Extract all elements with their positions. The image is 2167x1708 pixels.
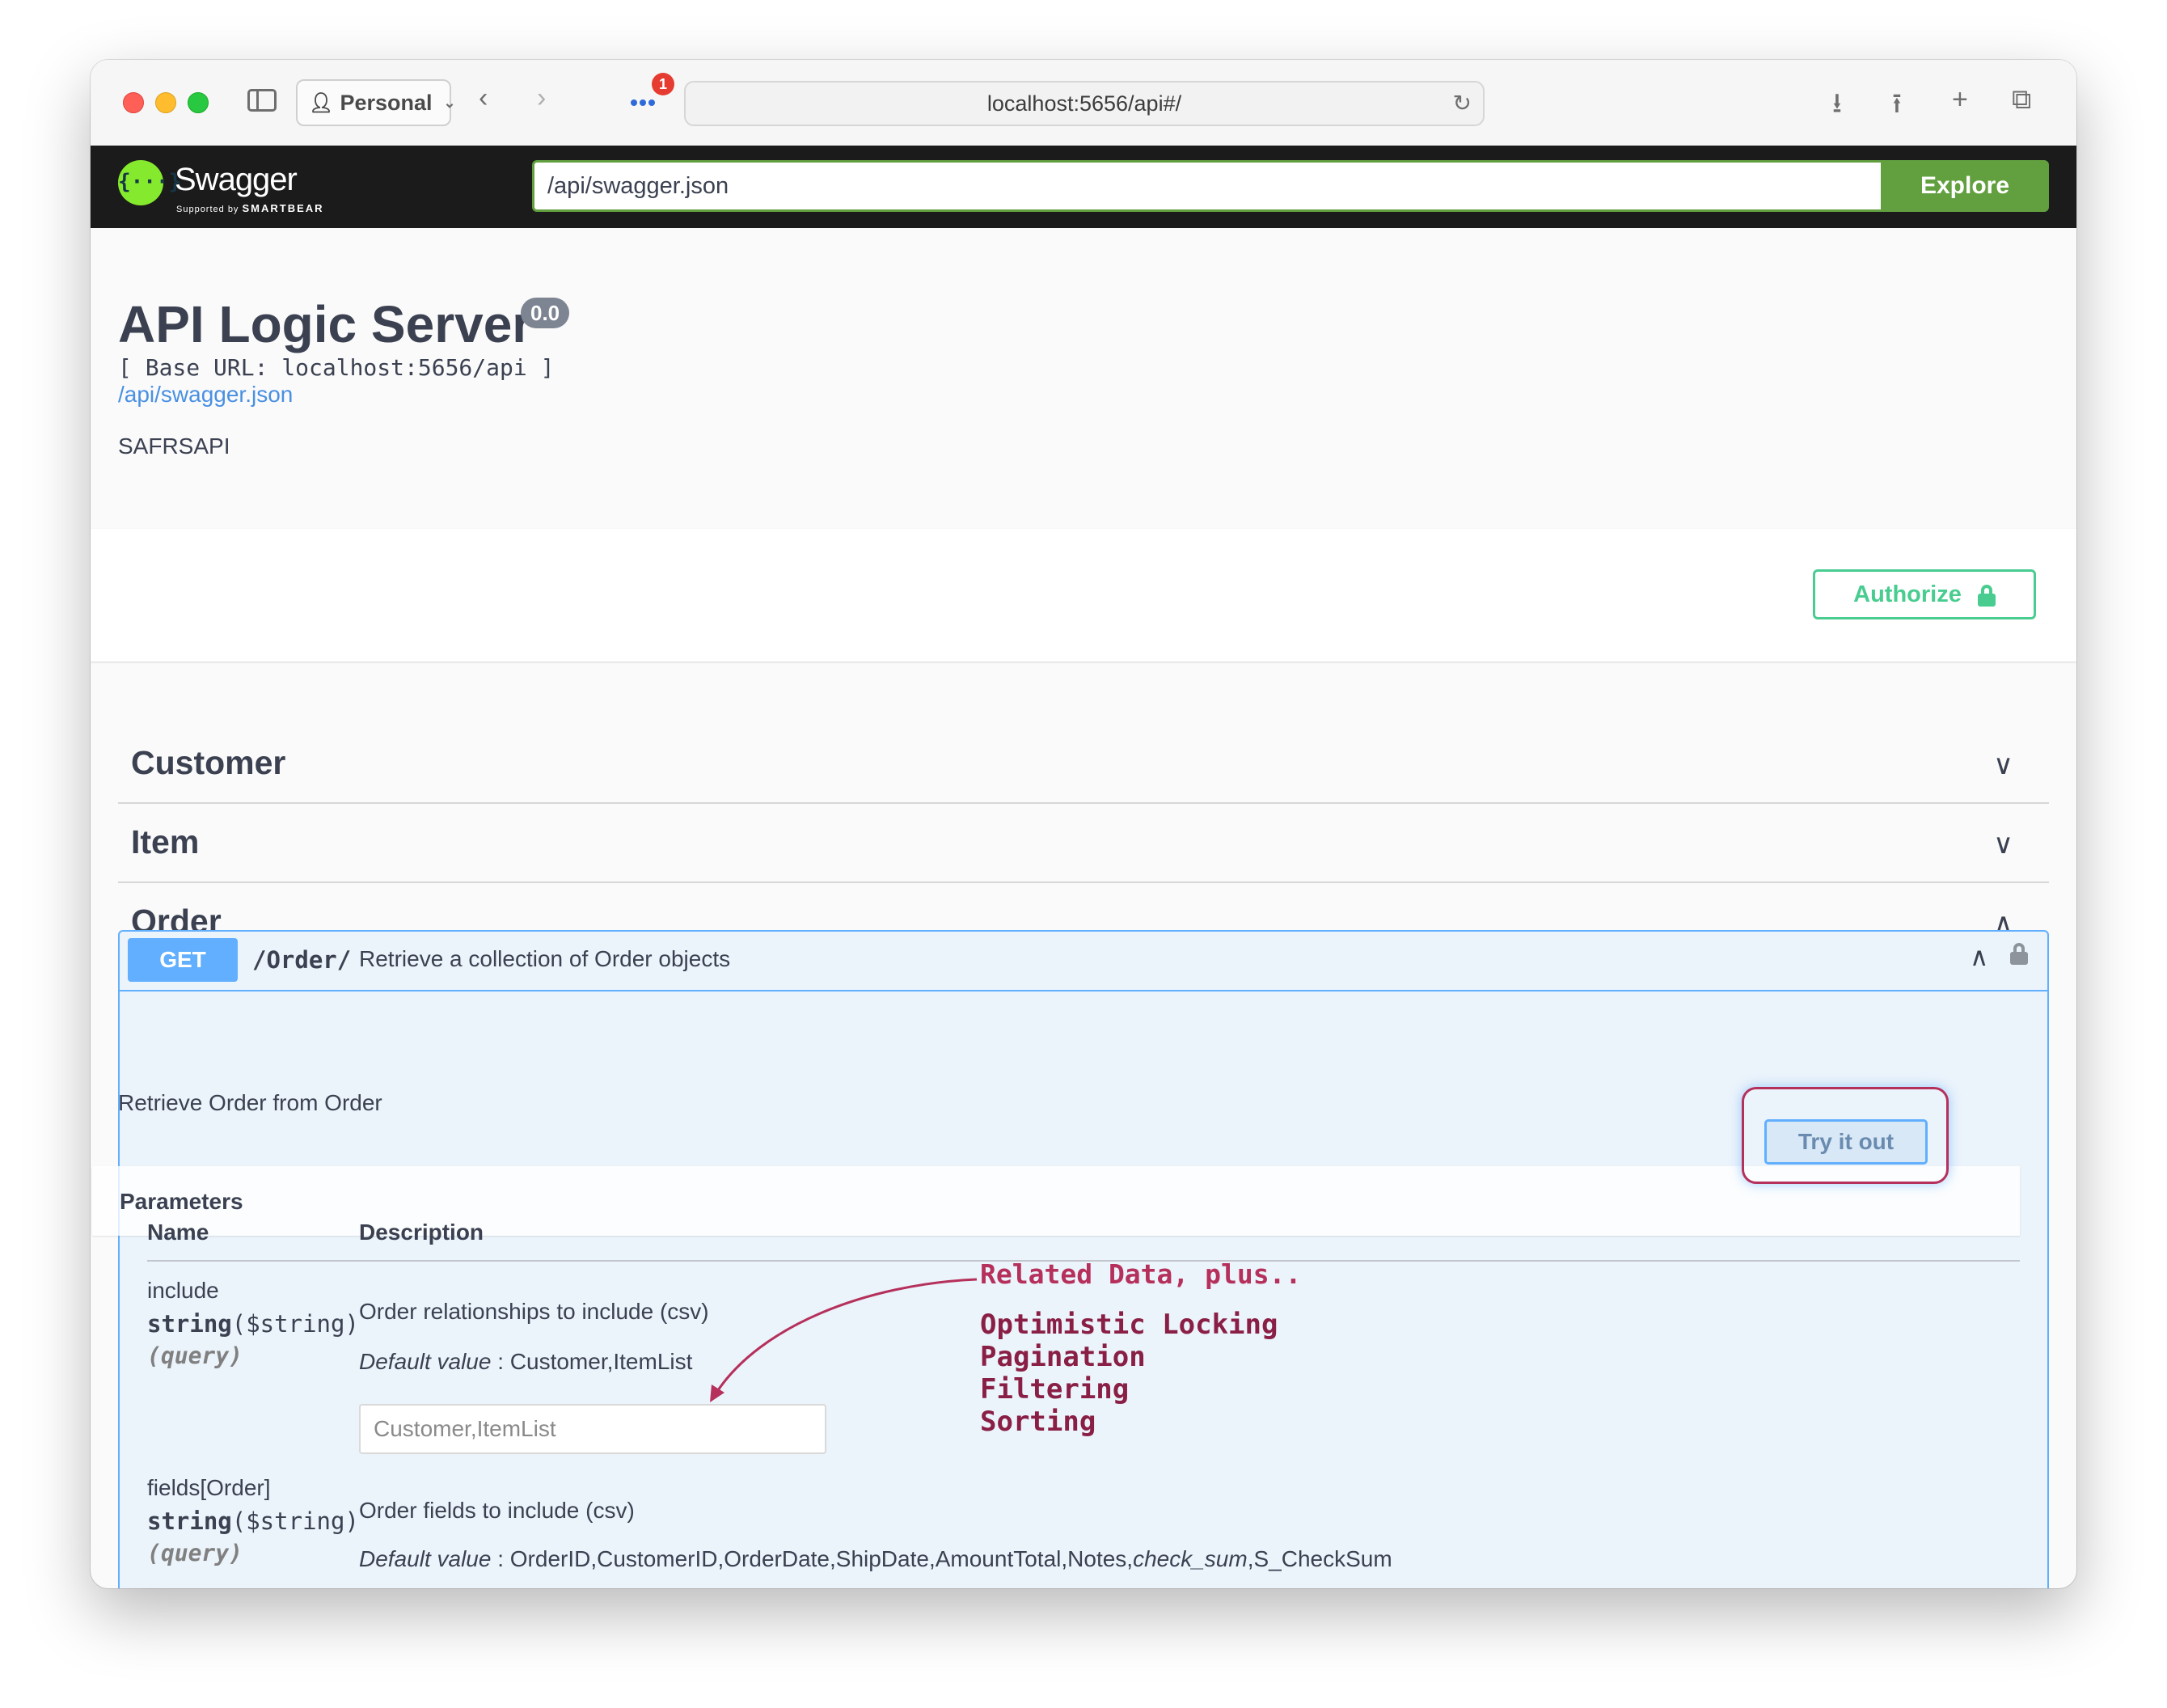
default-value-italic: check_sum [1133,1546,1248,1571]
param-name: fields[Order] [147,1475,271,1500]
param-description: Order relationships to include (csv) [359,1299,709,1324]
explore-button[interactable]: Explore [1881,160,2049,212]
param-type: string($string) [147,1310,359,1338]
swagger-topbar: {···} Swagger Supported by SMARTBEAR /ap… [91,146,2076,228]
annotation-item: Pagination [980,1341,1146,1373]
param-description: Order fields to include (csv) [359,1498,635,1523]
reload-icon[interactable]: ↻ [1453,82,1472,125]
new-tab-icon[interactable]: + [1952,84,1968,116]
forward-arrow-icon[interactable]: › [537,84,546,112]
extension-badge: 1 [652,73,674,95]
lock-icon[interactable] [2010,943,2028,966]
annotation-item: Optimistic Locking [980,1308,1278,1341]
share-icon[interactable]: ⭱ [1892,84,1902,130]
param-location: (query) [147,1540,243,1566]
column-header-name: Name [147,1220,209,1245]
default-value-pre: : OrderID,CustomerID,OrderDate,ShipDate,… [497,1546,1134,1571]
tab-overview-icon[interactable]: ⧉ [2012,84,2031,116]
param-default: Default value : OrderID,CustomerID,Order… [359,1546,1392,1572]
base-url: [ Base URL: localhost:5656/api ] [118,354,555,381]
tag-item[interactable]: Item ∨ [118,804,2049,883]
default-value-post: ,S_CheckSum [1247,1546,1392,1571]
swagger-logo-icon: {···} [118,160,181,205]
address-bar[interactable]: localhost:5656/api#/ ↻ [684,81,1485,126]
param-location: (query) [147,1342,243,1369]
close-window-button[interactable] [123,92,144,113]
param-type-format: ($string) [231,1507,359,1535]
authorize-label: Authorize [1853,581,1962,607]
extension-icon[interactable] [631,95,663,108]
operation-path: /Order/ [252,946,352,974]
column-header-description: Description [359,1220,484,1245]
chevron-down-icon: ⌄ [443,94,456,111]
http-method-badge: GET [128,938,238,982]
chevron-up-icon[interactable]: ∧ [1970,941,1988,972]
unlocked-lock-icon [1977,585,1996,607]
sidebar-icon[interactable] [247,89,277,112]
annotation-heading: Related Data, plus.. [980,1258,1302,1290]
tag-name: Item [131,823,200,860]
swagger-logo-subtitle: Supported by SMARTBEAR [176,202,324,214]
profile-button[interactable]: 👤︎ Personal ⌄ [296,79,456,126]
logo-sub-prefix: Supported by [176,205,239,214]
operation-summary-text: Retrieve a collection of Order objects [359,946,731,971]
spec-link[interactable]: /api/swagger.json [118,382,293,408]
minimize-window-button[interactable] [155,92,176,113]
chevron-down-icon: ∨ [1993,750,2013,780]
address-text: localhost:5656/api#/ [986,91,1182,116]
default-value: : Customer,ItemList [497,1349,693,1374]
param-type-name: string [147,1507,232,1535]
logo-sub-brand: SMARTBEAR [242,202,324,214]
tag-name: Customer [131,744,286,781]
api-description: SAFRSAPI [118,433,230,459]
profile-label: Personal [340,90,433,115]
default-label: Default value [359,1546,492,1571]
param-name: include [147,1278,219,1303]
param-default: Default value : Customer,ItemList [359,1349,692,1375]
operation-summary[interactable]: GET /Order/ Retrieve a collection of Ord… [120,932,2047,991]
try-it-out-button[interactable]: Try it out [1764,1119,1928,1165]
download-icon[interactable]: ⭳ [1832,84,1842,130]
default-label: Default value [359,1349,492,1374]
include-input[interactable]: Customer,ItemList [359,1404,826,1454]
authorize-button[interactable]: Authorize [1813,569,2036,619]
spec-url-input[interactable]: /api/swagger.json [532,160,1881,212]
api-title: API Logic Server [118,295,533,353]
zoom-window-button[interactable] [188,92,209,113]
operation-description: Retrieve Order from Order [118,1090,382,1115]
version-badge: 0.0 [521,298,570,328]
param-type-name: string [147,1310,232,1338]
parameters-title: Parameters [120,1189,243,1214]
chevron-down-icon: ∨ [1993,829,2013,860]
browser-toolbar: 👤︎ Personal ⌄ ‹ › 1 localhost:5656/api#/… [91,60,2076,146]
person-icon: 👤︎ [309,91,334,114]
param-type: string($string) [147,1507,359,1535]
swagger-logo-text: Swagger [175,162,298,197]
param-type-format: ($string) [231,1310,359,1338]
annotation-item: Filtering [980,1373,1130,1406]
back-arrow-icon[interactable]: ‹ [479,84,488,112]
annotation-item: Sorting [980,1406,1096,1438]
tag-customer[interactable]: Customer ∨ [118,725,2049,804]
scheme-container: Authorize [91,529,2076,662]
